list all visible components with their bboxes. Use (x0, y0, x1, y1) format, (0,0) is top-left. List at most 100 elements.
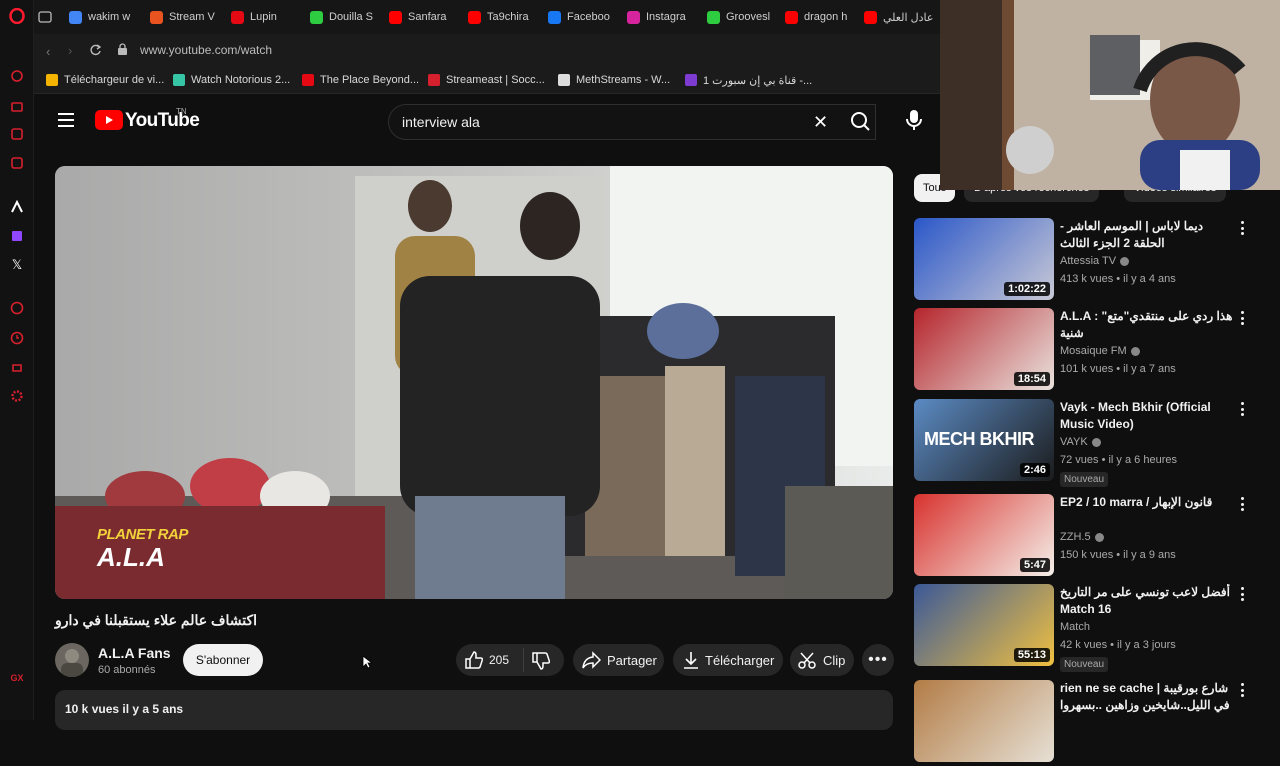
extensions-icon[interactable] (9, 359, 25, 375)
browser-tab[interactable]: Ta9chira (468, 0, 542, 34)
channel-name[interactable]: A.L.A Fans (98, 645, 171, 661)
bookmark-item[interactable]: قناة بي إن سبورت 1 -... (685, 66, 812, 94)
like-count: 205 (489, 653, 510, 667)
browser-tab[interactable]: Faceboo (548, 0, 622, 34)
video-title[interactable]: Vayk - Mech Bkhir (Official Music Video) (1060, 399, 1236, 433)
youtube-logo-text[interactable]: YouTube (125, 110, 200, 132)
messenger-icon[interactable] (9, 155, 25, 171)
more-options-icon[interactable] (1236, 401, 1248, 417)
history-icon[interactable] (9, 330, 25, 346)
more-actions-button[interactable]: ••• (862, 644, 894, 676)
channel-avatar[interactable] (55, 643, 89, 677)
recommended-video[interactable]: rien ne se cache | شارع بورقيبة في الليل… (914, 680, 1280, 766)
search-input[interactable]: interview ala (402, 114, 480, 130)
clip-button[interactable]: Clip (790, 644, 854, 676)
video-player[interactable]: PLANET RAP A.L.A (55, 166, 893, 599)
url-text[interactable]: www.youtube.com/watch (140, 43, 272, 57)
bag-icon[interactable] (9, 98, 25, 114)
browser-tab[interactable]: Instagra (627, 0, 701, 34)
reload-icon[interactable] (89, 43, 102, 61)
video-title[interactable]: A.L.A : "هذا ردي على منتقدي"متع شنية (1060, 308, 1236, 342)
browser-tab[interactable]: Lupin (231, 0, 305, 34)
youtube-logo-icon[interactable] (95, 110, 123, 130)
aria-icon[interactable] (9, 68, 25, 84)
video-thumbnail[interactable]: 5:47 (914, 494, 1054, 576)
video-title[interactable]: EP2 / 10 marra / قانون الإبهار (1060, 494, 1236, 511)
video-thumbnail[interactable]: 1:02:22 (914, 218, 1054, 300)
sidebar-app-icon[interactable] (9, 199, 25, 215)
channel-name[interactable]: VAYK (1060, 436, 1101, 448)
bookmark-item[interactable]: Téléchargeur de vi... (46, 66, 164, 94)
channel-label: Match (1060, 621, 1090, 633)
subscribe-button[interactable]: S'abonner (183, 644, 263, 676)
clear-search-icon[interactable]: ✕ (813, 112, 828, 133)
gx-icon[interactable]: GX (9, 670, 25, 686)
browser-tab[interactable]: Sanfara (389, 0, 463, 34)
share-icon (582, 651, 601, 669)
more-options-icon[interactable] (1236, 586, 1248, 602)
verified-check-icon (1091, 437, 1101, 447)
forward-icon[interactable]: › (68, 43, 72, 58)
like-button[interactable] (464, 651, 484, 672)
tab-label: Groovesl (726, 11, 771, 23)
video-thumbnail[interactable] (914, 680, 1054, 762)
channel-name[interactable]: Attessia TV (1060, 255, 1130, 267)
voice-search-icon[interactable] (904, 108, 924, 139)
groovesharks-icon (310, 10, 323, 24)
dislike-button[interactable] (531, 652, 551, 673)
recommended-video[interactable]: MECH BKHIR 2:46 Vayk - Mech Bkhir (Officia… (914, 399, 1280, 487)
search-box[interactable]: interview ala ✕ (388, 104, 876, 140)
video-title[interactable]: rien ne se cache | شارع بورقيبة في الليل… (1060, 680, 1236, 714)
share-button[interactable]: Partager (573, 644, 664, 676)
facebook-icon (548, 10, 561, 24)
bookmark-item[interactable]: MethStreams - W... (558, 66, 670, 94)
bookmark-item[interactable]: The Place Beyond... (302, 66, 419, 94)
search-button[interactable] (840, 104, 880, 140)
twitch-icon[interactable] (9, 228, 25, 244)
back-icon[interactable]: ‹ (46, 44, 50, 59)
video-title[interactable]: أفضل لاعب تونسي على مر التاريخ Match 16 (1060, 584, 1236, 618)
video-thumbnail[interactable]: MECH BKHIR 2:46 (914, 399, 1054, 481)
tab-overview-icon[interactable] (38, 0, 66, 34)
video-thumbnail[interactable]: 18:54 (914, 308, 1054, 390)
channel-name[interactable]: Mosaique FM (1060, 345, 1140, 357)
webcam-frame (940, 0, 1280, 190)
tab-label: Ta9chira (487, 11, 529, 23)
recommended-video[interactable]: 18:54 A.L.A : "هذا ردي على منتقدي"متع شني… (914, 308, 1280, 394)
recommended-video[interactable]: 55:13 أفضل لاعب تونسي على مر التاريخ Matc… (914, 584, 1280, 672)
workspace-icon[interactable] (9, 126, 25, 142)
opera-logo-icon[interactable] (9, 8, 25, 24)
download-button[interactable]: Télécharger (673, 644, 783, 676)
groovesharks-icon (707, 10, 720, 24)
browser-tab[interactable]: Groovesl (707, 0, 781, 34)
tab-label: Instagra (646, 11, 686, 23)
new-badge: Nouveau (1060, 657, 1109, 672)
recommended-video[interactable]: 5:47 EP2 / 10 marra / قانون الإبهار ZZH.5 1… (914, 494, 1280, 580)
video-thumbnail[interactable]: 55:13 (914, 584, 1054, 666)
more-options-icon[interactable] (1236, 220, 1248, 236)
bookmark-label: Téléchargeur de vi... (64, 74, 165, 86)
player-icon[interactable] (9, 300, 25, 316)
browser-tab[interactable]: عادل العلي (864, 0, 938, 34)
x-twitter-icon[interactable]: 𝕏 (9, 257, 25, 273)
settings-gear-icon[interactable] (9, 388, 25, 404)
youtube-icon (389, 10, 402, 24)
channel-name[interactable]: ZZH.5 (1060, 531, 1104, 543)
more-options-icon[interactable] (1236, 682, 1248, 698)
youtube-header: YouTube TN interview ala ✕ (34, 94, 940, 150)
browser-tab[interactable]: Douilla S (310, 0, 384, 34)
description-box[interactable]: 10 k vues il y a 5 ans (55, 690, 893, 730)
address-bar: ‹ › www.youtube.com/watch (34, 34, 940, 66)
video-title[interactable]: ديما لاباس | الموسم العاشر - الحلقة 2 ال… (1060, 218, 1236, 252)
more-options-icon[interactable] (1236, 310, 1248, 326)
bookmark-item[interactable]: Watch Notorious 2... (173, 66, 290, 94)
browser-tab[interactable]: wakim w (69, 0, 143, 34)
more-options-icon[interactable] (1236, 496, 1248, 512)
recommended-video[interactable]: 1:02:22 ديما لاباس | الموسم العاشر - الحل… (914, 218, 1280, 304)
channel-name[interactable]: Match (1060, 621, 1090, 633)
bookmark-item[interactable]: Streameast | Socc... (428, 66, 545, 94)
browser-tab[interactable]: dragon h (785, 0, 859, 34)
hamburger-menu-icon[interactable] (58, 113, 74, 127)
browser-tab[interactable]: Stream V (150, 0, 224, 34)
video-meta: 101 k vues • il y a 7 ans (1060, 363, 1176, 375)
